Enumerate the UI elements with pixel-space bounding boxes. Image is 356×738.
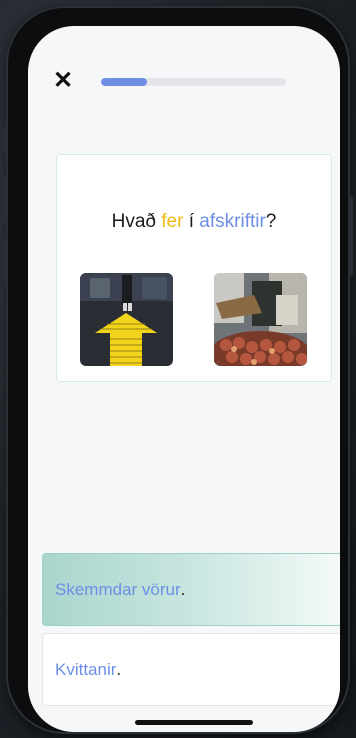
- volume-down-button: [3, 236, 7, 286]
- answer-option-2-text: Kvittanir: [55, 659, 117, 679]
- question-word-target[interactable]: afskriftir: [199, 211, 266, 232]
- damaged-produce-image: [214, 273, 307, 366]
- answer-option-1[interactable]: Skemmdar vörur.: [42, 553, 340, 626]
- yellow-arrow-road-image: [80, 273, 173, 366]
- home-indicator[interactable]: [135, 720, 253, 725]
- answer-option-2[interactable]: Kvittanir.: [42, 633, 340, 706]
- lesson-progress-bar: [101, 78, 286, 86]
- progress-fill: [101, 78, 148, 86]
- power-button: [349, 196, 353, 276]
- question-card: Hvað fer í afskriftir?: [56, 154, 332, 382]
- answer-option-2-period: .: [116, 659, 122, 679]
- question-suffix: ?: [265, 211, 277, 232]
- mute-switch: [3, 126, 7, 154]
- phone-frame: ✕ Hvað fer í afskriftir? Skemmdar vörur …: [3, 6, 353, 734]
- volume-up-button: [3, 176, 7, 226]
- question-middle: í: [183, 211, 200, 232]
- question-word-highlight[interactable]: fer: [161, 211, 183, 232]
- answer-option-1-period: .: [180, 579, 186, 599]
- close-icon[interactable]: ✕: [53, 69, 73, 93]
- question-prefix: Hvað: [111, 211, 162, 232]
- question-text: Hvað fer í afskriftir?: [57, 211, 331, 233]
- answer-option-1-text: Skemmdar vörur: [55, 579, 181, 599]
- app-screen: ✕ Hvað fer í afskriftir? Skemmdar vörur …: [28, 26, 340, 732]
